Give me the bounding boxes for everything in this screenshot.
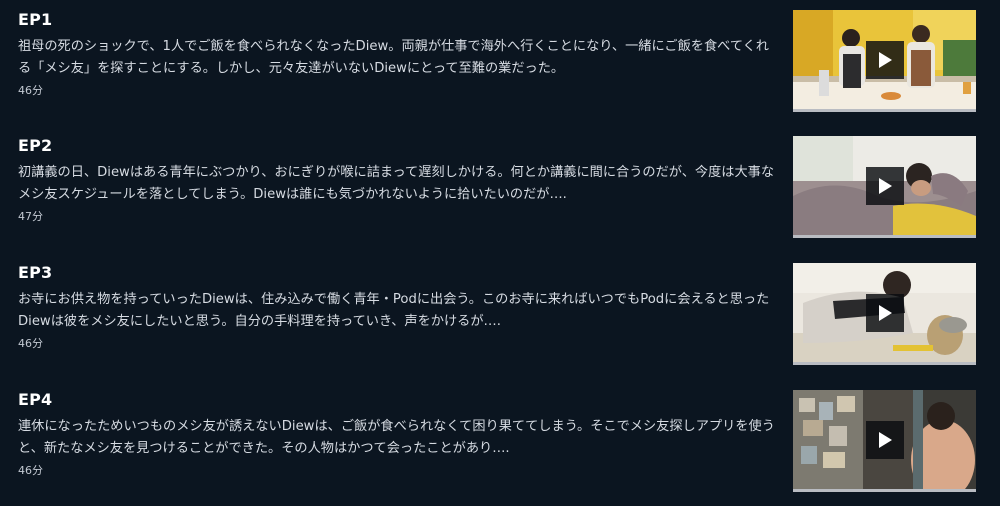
watch-progress-bar xyxy=(793,235,976,238)
episode-description: 連休になったためいつものメシ友が誘えないDiewは、ご飯が食べられなくて困り果て… xyxy=(18,419,775,456)
play-icon xyxy=(879,178,892,194)
watch-progress-bar xyxy=(793,489,976,492)
episode-title[interactable]: EP1 xyxy=(18,10,52,29)
play-icon xyxy=(879,305,892,321)
watch-progress-bar xyxy=(793,109,976,112)
play-button[interactable] xyxy=(866,294,904,332)
episode-title[interactable]: EP2 xyxy=(18,136,52,155)
episode-title[interactable]: EP4 xyxy=(18,390,52,409)
play-icon xyxy=(879,432,892,448)
episode-duration: 47分 xyxy=(18,210,43,223)
episode-duration: 46分 xyxy=(18,84,43,97)
episode-list: EP1 祖母の死のショックで、1人でご飯を食べられなくなったDiew。両親が仕事… xyxy=(0,0,1000,506)
episode-item-4[interactable]: EP4 連休になったためいつものメシ友が誘えないDiewは、ご飯が食べられなくて… xyxy=(0,390,1000,500)
episode-item-2[interactable]: EP2 初講義の日、Diewはある青年にぶつかり、おにぎりが喉に詰まって遅刻しか… xyxy=(0,136,1000,246)
play-button[interactable] xyxy=(866,167,904,205)
episode-thumbnail[interactable] xyxy=(793,263,976,365)
episode-description: 祖母の死のショックで、1人でご飯を食べられなくなったDiew。両親が仕事で海外へ… xyxy=(18,39,769,76)
play-button[interactable] xyxy=(866,421,904,459)
episode-item-3[interactable]: EP3 お寺にお供え物を持っていったDiewは、住み込みで働く青年・Podに出会… xyxy=(0,263,1000,373)
play-icon xyxy=(879,52,892,68)
watch-progress-bar xyxy=(793,362,976,365)
episode-description: お寺にお供え物を持っていったDiewは、住み込みで働く青年・Podに出会う。この… xyxy=(18,292,770,329)
episode-item-1[interactable]: EP1 祖母の死のショックで、1人でご飯を食べられなくなったDiew。両親が仕事… xyxy=(0,10,1000,120)
play-button[interactable] xyxy=(866,41,904,79)
episode-thumbnail[interactable] xyxy=(793,390,976,492)
episode-thumbnail[interactable] xyxy=(793,10,976,112)
episode-title[interactable]: EP3 xyxy=(18,263,52,282)
episode-thumbnail[interactable] xyxy=(793,136,976,238)
episode-description: 初講義の日、Diewはある青年にぶつかり、おにぎりが喉に詰まって遅刻しかける。何… xyxy=(18,165,775,202)
episode-duration: 46分 xyxy=(18,337,43,350)
episode-duration: 46分 xyxy=(18,464,43,477)
